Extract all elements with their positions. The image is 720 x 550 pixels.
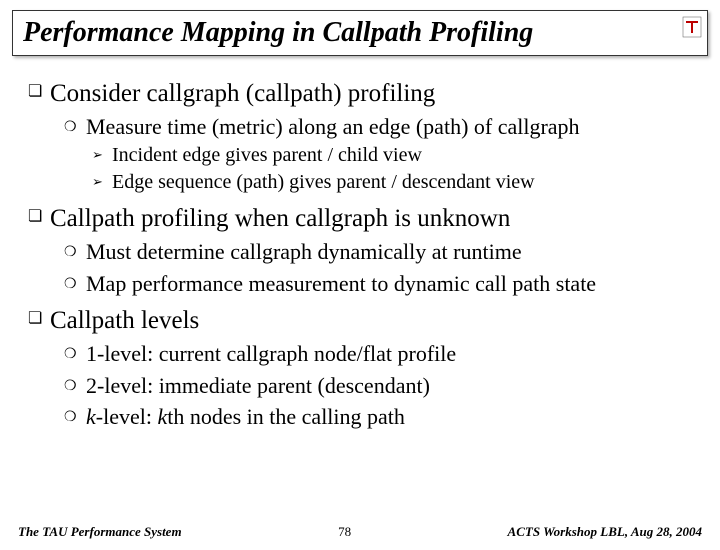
- list-item: ➢ Edge sequence (path) gives parent / de…: [92, 170, 698, 195]
- list-item: ➢ Incident edge gives parent / child vie…: [92, 143, 698, 168]
- footer-left: The TAU Performance System: [18, 524, 182, 540]
- circle-bullet-icon: ❍: [64, 403, 86, 429]
- circle-bullet-icon: ❍: [64, 238, 86, 264]
- list-text: 1-level: current callgraph node/flat pro…: [86, 340, 456, 368]
- arrow-bullet-icon: ➢: [92, 143, 112, 167]
- tau-logo: [682, 16, 702, 38]
- list-text: Consider callgraph (callpath) profiling: [50, 78, 435, 109]
- list-item: ❍ 1-level: current callgraph node/flat p…: [64, 340, 698, 368]
- list-text: Callpath levels: [50, 305, 199, 336]
- list-item: ❍ 2-level: immediate parent (descendant): [64, 372, 698, 400]
- square-bullet-icon: ❏: [28, 203, 50, 231]
- page-number: 78: [338, 524, 351, 540]
- circle-bullet-icon: ❍: [64, 270, 86, 296]
- circle-bullet-icon: ❍: [64, 113, 86, 139]
- arrow-bullet-icon: ➢: [92, 170, 112, 194]
- list-text: Callpath profiling when callgraph is unk…: [50, 203, 510, 234]
- list-text: Must determine callgraph dynamically at …: [86, 238, 522, 266]
- list-item: ❏ Callpath profiling when callgraph is u…: [28, 203, 698, 234]
- list-text: 2-level: immediate parent (descendant): [86, 372, 430, 400]
- list-item: ❍ Map performance measurement to dynamic…: [64, 270, 698, 298]
- slide-footer: The TAU Performance System 78 ACTS Works…: [0, 524, 720, 540]
- circle-bullet-icon: ❍: [64, 340, 86, 366]
- list-item: ❏ Callpath levels: [28, 305, 698, 336]
- slide-body: ❏ Consider callgraph (callpath) profilin…: [0, 56, 720, 431]
- list-text: k-level: kth nodes in the calling path: [86, 403, 405, 431]
- list-text: Edge sequence (path) gives parent / desc…: [112, 170, 535, 195]
- list-text: Incident edge gives parent / child view: [112, 143, 422, 168]
- footer-right: ACTS Workshop LBL, Aug 28, 2004: [508, 524, 702, 540]
- square-bullet-icon: ❏: [28, 305, 50, 333]
- list-text: Measure time (metric) along an edge (pat…: [86, 113, 580, 141]
- list-item: ❏ Consider callgraph (callpath) profilin…: [28, 78, 698, 109]
- square-bullet-icon: ❏: [28, 78, 50, 106]
- list-item: ❍ k-level: kth nodes in the calling path: [64, 403, 698, 431]
- circle-bullet-icon: ❍: [64, 372, 86, 398]
- slide-title: Performance Mapping in Callpath Profilin…: [23, 17, 697, 49]
- list-item: ❍ Must determine callgraph dynamically a…: [64, 238, 698, 266]
- list-item: ❍ Measure time (metric) along an edge (p…: [64, 113, 698, 141]
- slide-title-box: Performance Mapping in Callpath Profilin…: [12, 10, 708, 56]
- list-text: Map performance measurement to dynamic c…: [86, 270, 596, 298]
